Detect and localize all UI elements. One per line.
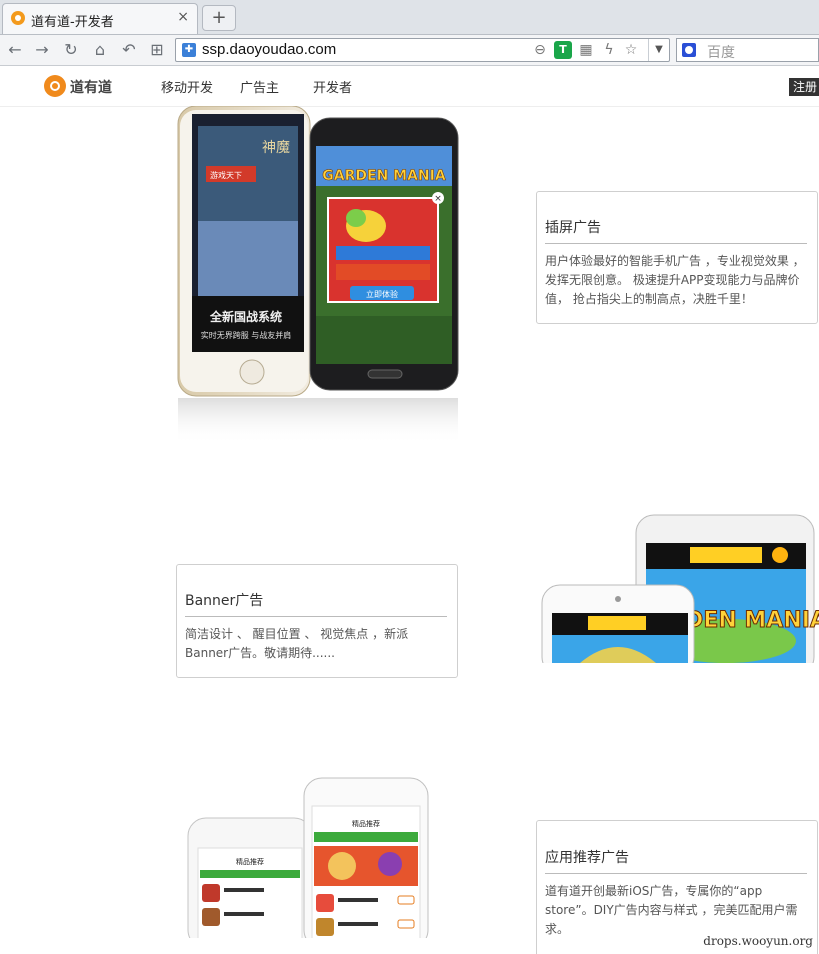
card-description: 简洁设计 、 醒目位置 、 视觉焦点 ，新派Banner广告。敬请期待.....… [185, 627, 409, 660]
site-favicon-icon [11, 11, 25, 25]
tab-close-icon[interactable]: × [177, 9, 189, 25]
banner-ad-card: Banner广告 简洁设计 、 醒目位置 、 视觉焦点 ，新派Banner广告。… [176, 564, 458, 678]
reload-icon[interactable]: ↻ [60, 39, 82, 61]
nav-developer[interactable]: 开发者 [313, 77, 352, 96]
search-box[interactable]: 百度 [676, 38, 819, 62]
game-logo-text: 神魔 [262, 140, 290, 156]
card-title: Banner广告 [185, 593, 264, 609]
home-icon[interactable]: ⌂ [89, 39, 111, 61]
svg-text:×: × [434, 194, 442, 204]
card-divider [545, 243, 807, 244]
logo-text: 道有道 [70, 80, 112, 96]
new-tab-button[interactable]: + [202, 5, 236, 31]
qrcode-icon[interactable]: ▦ [577, 41, 595, 59]
phone-ad-subline: 实时无界跨服 与战友并肩 [201, 330, 292, 340]
garden-mania-logo: GARDEN MANIA [322, 168, 446, 184]
nav-mobile-dev[interactable]: 移动开发 [161, 77, 213, 96]
url-dropdown-icon[interactable]: ▼ [648, 39, 669, 61]
search-placeholder: 百度 [707, 45, 735, 61]
undo-close-icon[interactable]: ↶ [118, 39, 140, 61]
app-store-header: 精品推荐 [236, 857, 264, 866]
card-title: 插屏广告 [545, 220, 601, 236]
speed-mode-icon[interactable]: ϟ [600, 41, 618, 59]
interstitial-phones-image: 游戏天下 神魔 全新国战系统 实时无界跨服 与战友并肩 GARDEN MANIA… [177, 106, 459, 444]
card-divider [545, 873, 807, 874]
card-description: 道有道开创最新iOS广告，专属你的“app store”。DIY广告内容与样式 … [545, 884, 798, 936]
nav-advertiser[interactable]: 广告主 [240, 77, 279, 96]
baidu-engine-icon[interactable] [682, 43, 696, 57]
browser-tab-active[interactable]: 道有道-开发者 × [2, 3, 198, 34]
app-store-header: 精品推荐 [352, 819, 380, 828]
card-divider [185, 616, 447, 617]
ad-cta-button[interactable]: 立即体验 [366, 289, 398, 299]
card-title: 应用推荐广告 [545, 850, 629, 866]
browser-toolbar: ← → ↻ ⌂ ↶ ⊞ ✚ ssp.daoyoudao.com ⊖ T ▦ ϟ … [0, 35, 819, 66]
interstitial-ad-card: 插屏广告 用户体验最好的智能手机广告 ，专业视觉效果 ，发挥无限创意。 极速提升… [536, 191, 818, 324]
site-header: 道有道 移动开发 广告主 开发者 注册 [0, 66, 819, 107]
browser-tab-strip: 道有道-开发者 × + [0, 0, 819, 35]
logo-icon [44, 75, 66, 97]
url-text[interactable]: ssp.daoyoudao.com [202, 41, 336, 58]
forward-icon[interactable]: → [31, 39, 53, 61]
phone-ad-headline: 全新国战系统 [209, 309, 282, 324]
zoom-icon[interactable]: ⊖ [531, 41, 549, 59]
banner-phones-image: GARDEN MANIA [541, 514, 819, 663]
back-icon[interactable]: ← [4, 39, 26, 61]
card-description: 用户体验最好的智能手机广告 ，专业视觉效果 ，发挥无限创意。 极速提升APP变现… [545, 254, 805, 306]
security-shield-icon: ✚ [182, 43, 196, 57]
tab-title: 道有道-开发者 [31, 15, 114, 30]
watermark: drops.wooyun.org [703, 934, 813, 948]
register-button[interactable]: 注册 [789, 78, 819, 96]
address-bar[interactable]: ✚ ssp.daoyoudao.com ⊖ T ▦ ϟ ☆ ▼ [175, 38, 670, 62]
apps-icon[interactable]: ⊞ [146, 39, 168, 61]
app-recommend-phones-image: 精品推荐 精品推荐 [187, 777, 429, 938]
bookmark-star-icon[interactable]: ☆ [622, 41, 640, 59]
game-banner-text: 游戏天下 [210, 170, 242, 180]
safety-badge-icon[interactable]: T [554, 41, 572, 59]
